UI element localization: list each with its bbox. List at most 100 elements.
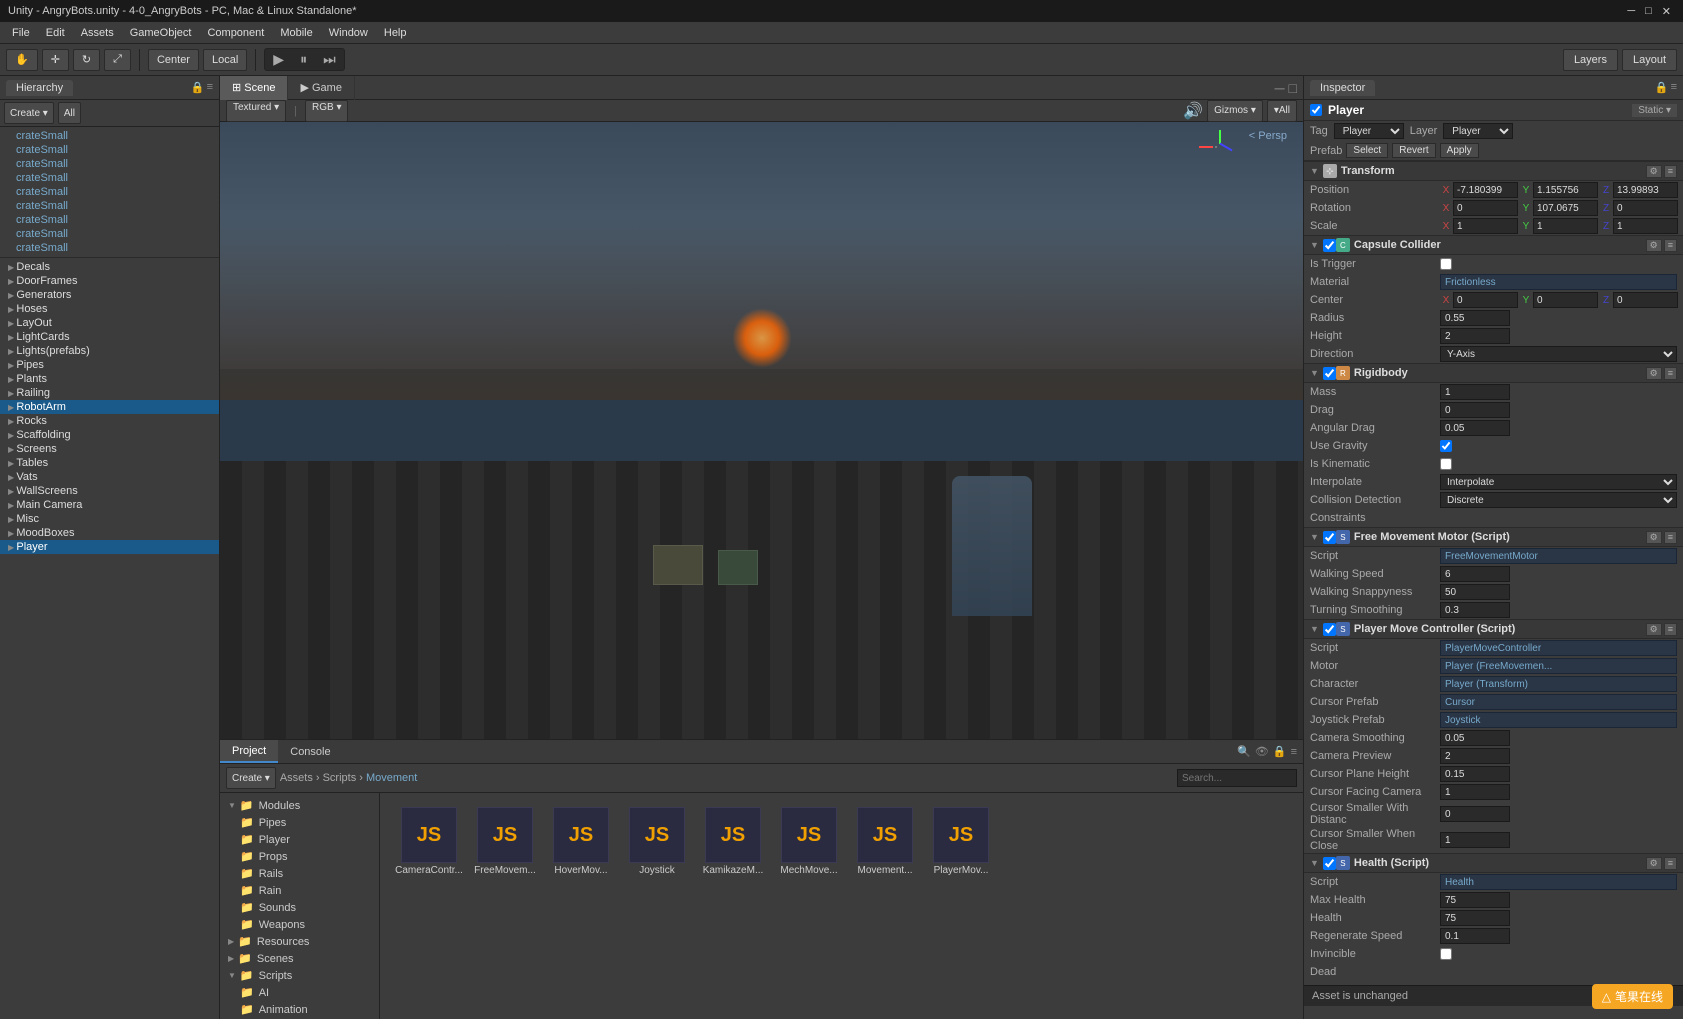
angular-drag-field[interactable]	[1440, 420, 1510, 436]
walking-snap-field[interactable]	[1440, 584, 1510, 600]
h-item-scaffolding[interactable]: Scaffolding	[0, 428, 219, 442]
h-item-crateSmall-4[interactable]: crateSmall	[0, 171, 219, 185]
h-item-rocks[interactable]: Rocks	[0, 414, 219, 428]
capsule-menu-btn[interactable]: ≡	[1664, 239, 1677, 252]
pos-x-field[interactable]	[1453, 182, 1518, 198]
audio-icon[interactable]: 🔊	[1183, 101, 1203, 121]
proj-folder-scenes[interactable]: ▶📁Scenes	[220, 950, 379, 967]
menu-assets[interactable]: Assets	[73, 25, 122, 41]
pmc-settings-btn[interactable]: ⚙	[1646, 623, 1662, 636]
proj-folder-ai[interactable]: 📁AI	[220, 984, 379, 1001]
h-item-misc[interactable]: Misc	[0, 512, 219, 526]
proj-folder-rails[interactable]: 📁Rails	[220, 865, 379, 882]
h-item-crateSmall-6[interactable]: crateSmall	[0, 199, 219, 213]
health-section-header[interactable]: ▼ S Health (Script) ⚙ ≡	[1304, 853, 1683, 873]
h-item-tables[interactable]: Tables	[0, 456, 219, 470]
hierarchy-menu-icon[interactable]: ≡	[207, 81, 213, 94]
h-item-decals[interactable]: Decals	[0, 260, 219, 274]
health-val-field[interactable]	[1440, 910, 1510, 926]
menu-help[interactable]: Help	[376, 25, 415, 41]
free-motor-section-header[interactable]: ▼ S Free Movement Motor (Script) ⚙ ≡	[1304, 527, 1683, 547]
rotate-tool[interactable]: ↻	[73, 49, 100, 71]
h-item-generators[interactable]: Generators	[0, 288, 219, 302]
proj-folder-rain[interactable]: 📁Rain	[220, 882, 379, 899]
gizmo-widget[interactable]	[1199, 130, 1233, 148]
pmc-joystick-prefab-ref[interactable]: Joystick	[1440, 712, 1677, 728]
h-item-doorframes[interactable]: DoorFrames	[0, 274, 219, 288]
proj-menu-icon[interactable]: ≡	[1291, 746, 1297, 758]
game-tab[interactable]: ▶ Game	[288, 76, 354, 100]
mass-field[interactable]	[1440, 384, 1510, 400]
pmc-cam-smooth-field[interactable]	[1440, 730, 1510, 746]
all-btn[interactable]: ▾All	[1267, 100, 1297, 122]
proj-eye-icon[interactable]: 👁	[1255, 745, 1269, 758]
menu-window[interactable]: Window	[321, 25, 376, 41]
proj-folder-pipes[interactable]: 📁Pipes	[220, 814, 379, 831]
proj-folder-player[interactable]: 📁Player	[220, 831, 379, 848]
invincible-checkbox[interactable]	[1440, 948, 1452, 960]
height-field[interactable]	[1440, 328, 1510, 344]
h-item-lights-prefabs[interactable]: Lights(prefabs)	[0, 344, 219, 358]
h-item-wallscreens[interactable]: WallScreens	[0, 484, 219, 498]
prefab-apply-btn[interactable]: Apply	[1440, 143, 1479, 158]
asset-cameracon[interactable]: CameraContr...	[394, 807, 464, 876]
proj-folder-sounds[interactable]: 📁Sounds	[220, 899, 379, 916]
scale-tool[interactable]: ⤢	[104, 49, 131, 71]
pmc-section-header[interactable]: ▼ S Player Move Controller (Script) ⚙ ≡	[1304, 619, 1683, 639]
pivot-local-btn[interactable]: Local	[203, 49, 247, 71]
rigidbody-menu-btn[interactable]: ≡	[1664, 367, 1677, 380]
proj-search-icon[interactable]: 🔍	[1237, 745, 1251, 758]
h-item-player[interactable]: Player	[0, 540, 219, 554]
proj-folder-animation[interactable]: 📁Animation	[220, 1001, 379, 1018]
h-item-vats[interactable]: Vats	[0, 470, 219, 484]
rigidbody-settings-btn[interactable]: ⚙	[1646, 367, 1662, 380]
menu-mobile[interactable]: Mobile	[272, 25, 320, 41]
inspector-tab[interactable]: Inspector	[1310, 80, 1375, 96]
maximize-btn[interactable]: □	[1645, 5, 1652, 18]
h-item-crateSmall-1[interactable]: crateSmall	[0, 129, 219, 143]
pmc-cam-preview-field[interactable]	[1440, 748, 1510, 764]
pmc-cursor-facing-field[interactable]	[1440, 784, 1510, 800]
menu-edit[interactable]: Edit	[38, 25, 73, 41]
free-motor-menu-btn[interactable]: ≡	[1664, 531, 1677, 544]
center-z-field[interactable]	[1613, 292, 1678, 308]
play-button[interactable]: ▶	[265, 49, 292, 70]
is-kinematic-checkbox[interactable]	[1440, 458, 1452, 470]
rot-z-field[interactable]	[1613, 200, 1678, 216]
move-tool[interactable]: ✛	[42, 49, 69, 71]
asset-hovermov[interactable]: HoverMov...	[546, 807, 616, 876]
transform-section-header[interactable]: ▼ ⊹ Transform ⚙ ≡	[1304, 161, 1683, 181]
regen-speed-field[interactable]	[1440, 928, 1510, 944]
pivot-center-btn[interactable]: Center	[148, 49, 199, 71]
health-settings-btn[interactable]: ⚙	[1646, 857, 1662, 870]
h-item-pipes[interactable]: Pipes	[0, 358, 219, 372]
proj-folder-scripts[interactable]: ▼📁Scripts	[220, 967, 379, 984]
prefab-select-btn[interactable]: Select	[1346, 143, 1388, 158]
turning-smooth-field[interactable]	[1440, 602, 1510, 618]
asset-kamikazem[interactable]: KamikazeM...	[698, 807, 768, 876]
walking-speed-field[interactable]	[1440, 566, 1510, 582]
layout-dropdown[interactable]: Layout	[1622, 49, 1677, 71]
close-btn[interactable]: ✕	[1662, 5, 1671, 18]
asset-freemovem[interactable]: FreeMovem...	[470, 807, 540, 876]
layer-dropdown[interactable]: Player	[1443, 123, 1513, 139]
pmc-script-ref[interactable]: PlayerMoveController	[1440, 640, 1677, 656]
pause-button[interactable]: ⏸	[292, 49, 315, 70]
material-ref[interactable]: Frictionless	[1440, 274, 1677, 290]
hand-tool[interactable]: ✋	[6, 49, 38, 71]
rot-x-field[interactable]	[1453, 200, 1518, 216]
transform-settings-btn[interactable]: ⚙	[1646, 165, 1662, 178]
h-item-layout[interactable]: LayOut	[0, 316, 219, 330]
pmc-menu-btn[interactable]: ≡	[1664, 623, 1677, 636]
free-motor-settings-btn[interactable]: ⚙	[1646, 531, 1662, 544]
pmc-motor-ref[interactable]: Player (FreeMovemen...	[1440, 658, 1677, 674]
asset-joystick[interactable]: Joystick	[622, 807, 692, 876]
project-tab[interactable]: Project	[220, 740, 278, 763]
health-menu-btn[interactable]: ≡	[1664, 857, 1677, 870]
pmc-cursor-dist-field[interactable]	[1440, 806, 1510, 822]
interpolate-dropdown[interactable]: Interpolate	[1440, 474, 1677, 490]
inspector-lock-icon[interactable]: 🔒	[1655, 81, 1669, 94]
hierarchy-lock-icon[interactable]: 🔒	[191, 81, 205, 94]
center-y-field[interactable]	[1533, 292, 1598, 308]
scene-minimize-icon[interactable]: ─	[1275, 80, 1285, 96]
